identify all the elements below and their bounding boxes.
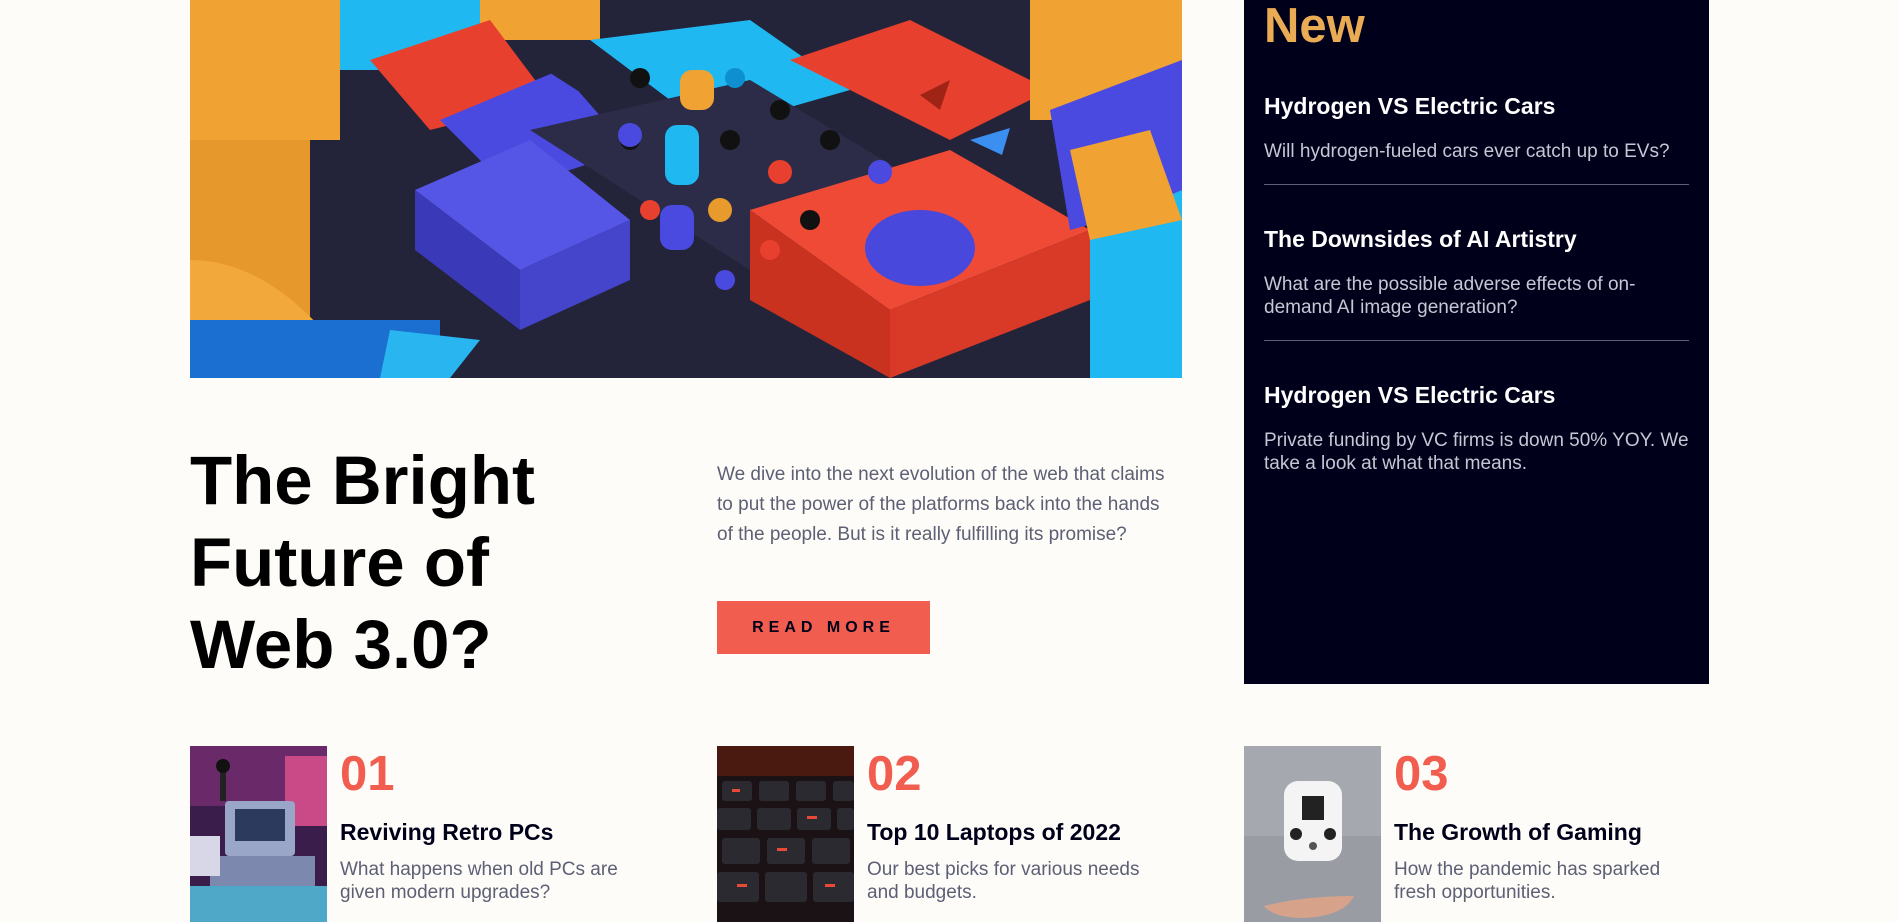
new-item[interactable]: The Downsides of AI Artistry What are th… [1264,185,1689,340]
numbered-article[interactable]: 02 Top 10 Laptops of 2022 Our best picks… [717,746,1172,922]
article-number: 03 [1394,747,1449,801]
article-text: What happens when old PCs are given mode… [340,859,618,903]
new-panel: New Hydrogen VS Electric Cars Will hydro… [1244,0,1709,684]
hero-headline: The Bright Future of Web 3.0? [190,442,535,683]
numbered-article[interactable]: 01 Reviving Retro PCs What happens when … [190,746,645,922]
hero-intro: We dive into the next evolution of the w… [717,464,1165,545]
laptop-keyboard-thumbnail [717,746,854,922]
new-panel-title: New [1264,0,1365,53]
new-item[interactable]: Hydrogen VS Electric Cars Private fundin… [1264,341,1689,496]
article-title[interactable]: Top 10 Laptops of 2022 [867,818,1167,846]
numbered-article[interactable]: 03 The Growth of Gaming How the pandemic… [1244,746,1699,922]
article-text: How the pandemic has sparked fresh oppor… [1394,859,1661,903]
read-more-button[interactable]: READ MORE [717,601,930,654]
new-item-text: Private funding by VC firms is down 50% … [1264,430,1689,474]
article-title[interactable]: The Growth of Gaming [1394,818,1694,846]
new-item-title[interactable]: Hydrogen VS Electric Cars [1264,92,1689,120]
hero-image [190,0,1182,378]
new-item[interactable]: Hydrogen VS Electric Cars Will hydrogen-… [1264,52,1689,184]
new-item-text: What are the possible adverse effects of… [1264,274,1636,318]
new-item-text: Will hydrogen-fueled cars ever catch up … [1264,141,1670,162]
gamepad-thumbnail [1244,746,1381,922]
retro-pc-thumbnail [190,746,327,922]
new-item-title[interactable]: Hydrogen VS Electric Cars [1264,381,1689,409]
article-text: Our best picks for various needs and bud… [867,859,1140,903]
new-item-title[interactable]: The Downsides of AI Artistry [1264,225,1689,253]
article-title[interactable]: Reviving Retro PCs [340,818,640,846]
article-number: 01 [340,747,395,801]
article-number: 02 [867,747,922,801]
